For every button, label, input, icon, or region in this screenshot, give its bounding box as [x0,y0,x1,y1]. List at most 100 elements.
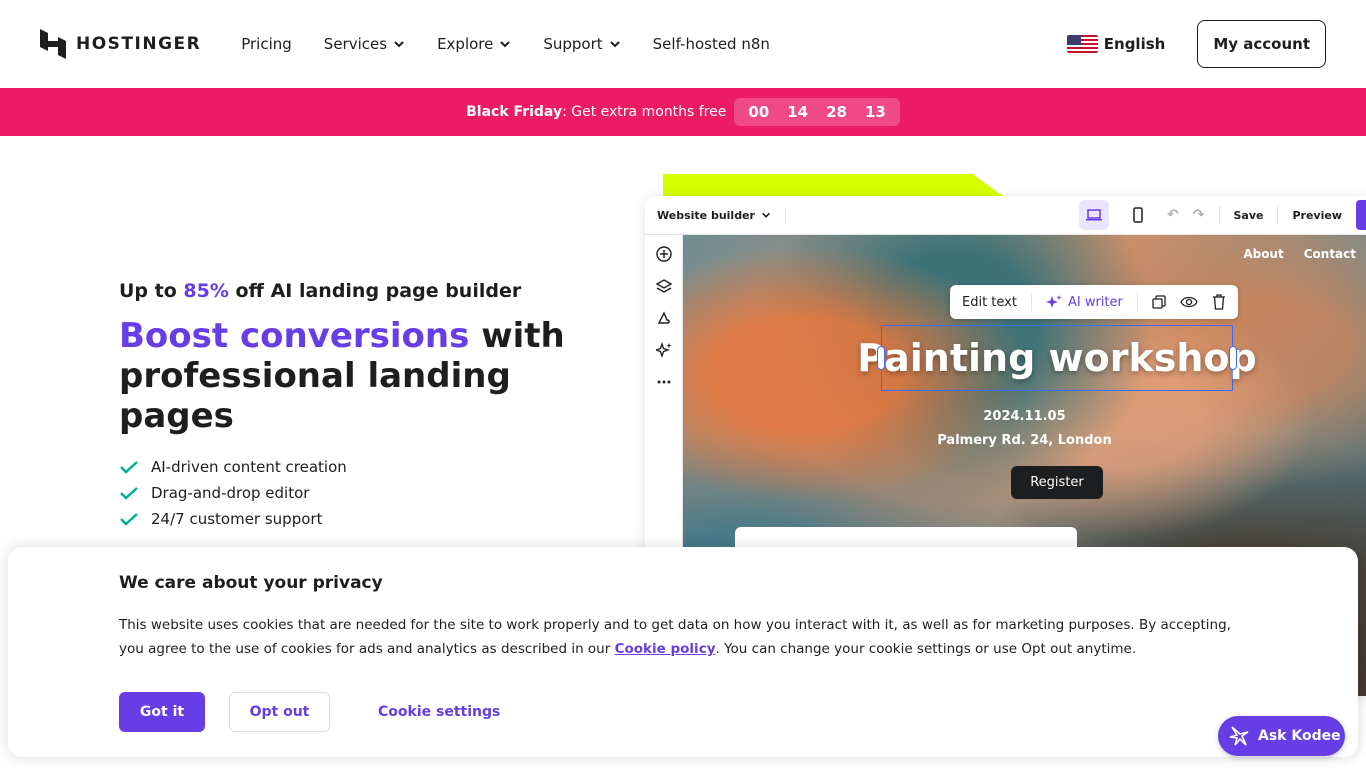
check-icon [120,513,138,526]
kicker-prefix: Up to [119,280,184,302]
toolbar-divider [1136,293,1138,311]
publish-button-stub [1356,200,1366,230]
opt-out-button[interactable]: Opt out [229,692,330,732]
cookie-banner: We care about your privacy This website … [8,547,1358,757]
ai-tools-icon [655,341,673,359]
undo-icon: ↶ [1167,207,1179,223]
hostinger-logo-icon [40,29,66,59]
logo[interactable]: HOSTINGER [40,29,201,59]
toolbar-divider [1218,206,1220,224]
site-header: HOSTINGER Pricing Services Explore Suppo… [0,0,1366,88]
styles-icon [655,309,673,327]
promo-banner[interactable]: Black Friday: Get extra months free 00 1… [0,88,1366,136]
canvas-nav-about: About [1243,247,1284,261]
sparkle-icon [1045,295,1062,308]
kicker-accent: 85% [183,280,229,302]
canvas-nav: About Contact [1243,247,1366,261]
chevron-down-icon [500,41,511,48]
register-button: Register [1011,466,1103,499]
feature-list: AI-driven content creation Drag-and-drop… [119,454,589,532]
nav-services-label: Services [323,35,388,53]
preview-label: Preview [1292,208,1342,222]
language-label: English [1103,35,1166,53]
cookie-text-after: . You can change your cookie settings or… [715,641,1137,657]
add-element-icon [655,245,673,263]
headline-accent: Boost conversions [119,316,470,356]
save-label: Save [1233,208,1264,222]
hero-headline: Boost conversions with professional land… [119,316,589,436]
hero-kicker: Up to 85% off AI landing page builder [119,280,589,302]
redo-icon: ↷ [1192,207,1205,223]
nav-support[interactable]: Support [543,35,620,53]
cookie-policy-link[interactable]: Cookie policy [615,641,716,657]
countdown-minutes: 28 [826,103,847,121]
cookie-settings-button[interactable]: Cookie settings [378,692,500,732]
countdown-seconds: 13 [864,103,886,121]
promo-bold: Black Friday [466,104,563,120]
edit-text-label: Edit text [962,294,1017,310]
kicker-suffix: off AI landing page builder [228,280,522,302]
cookie-text: This website uses cookies that are neede… [119,613,1259,661]
feature-item: Drag-and-drop editor [119,480,589,506]
decorative-lime-shape [663,174,1003,196]
nav-n8n-label: Self-hosted n8n [652,35,770,53]
us-flag-icon [1066,35,1098,53]
canvas-nav-contact: Contact [1303,247,1356,261]
chevron-down-icon [609,41,620,48]
builder-title-dropdown: Website builder [657,208,786,222]
nav-explore[interactable]: Explore [437,35,511,53]
ask-kodee-label: Ask Kodee [1258,728,1341,744]
feature-label: 24/7 customer support [151,510,323,528]
copy-icon [1152,295,1166,309]
text-edit-toolbar: Edit text AI writer [950,285,1238,319]
got-it-button[interactable]: Got it [119,692,205,732]
countdown-timer: 00 14 28 13 [734,98,900,126]
feature-label: Drag-and-drop editor [151,484,310,502]
toolbar-divider [1030,293,1032,311]
chevron-down-icon [394,41,404,48]
nav-pricing-label: Pricing [241,35,292,53]
ai-writer: AI writer [1045,294,1123,310]
main-nav: Pricing Services Explore Support Self-ho… [241,35,770,53]
promo-text: Black Friday: Get extra months free [466,104,726,120]
kodee-icon [1229,726,1249,746]
feature-item: 24/7 customer support [119,506,589,532]
visibility-icon [1180,296,1198,308]
cookie-title: We care about your privacy [119,573,383,593]
toolbar-divider [1277,206,1279,224]
desktop-view-icon [1079,200,1110,230]
nav-explore-label: Explore [437,35,494,53]
mobile-view-icon [1123,200,1153,230]
feature-label: AI-driven content creation [151,458,347,476]
chevron-down-icon [762,212,770,218]
ask-kodee-button[interactable]: Ask Kodee [1218,716,1345,756]
countdown-days: 00 [748,103,770,121]
event-title: Painting workshop [857,336,1257,380]
builder-title: Website builder [657,208,755,222]
check-icon [120,487,138,500]
selected-text-box: Painting workshop [857,325,1257,391]
my-account-button[interactable]: My account [1197,20,1326,68]
more-icon [655,373,673,391]
header-right: English My account [1066,20,1326,68]
resize-handle-right [1229,346,1237,370]
builder-actions: ↶ ↷ Save Preview [1079,200,1366,230]
resize-handle-left [877,346,885,370]
feature-item: AI-driven content creation [119,454,589,480]
nav-pricing[interactable]: Pricing [241,35,292,53]
layers-icon [655,277,673,295]
delete-icon [1212,294,1225,310]
hero-content: Up to 85% off AI landing page builder Bo… [119,280,589,532]
promo-message: : Get extra months free [562,104,727,120]
countdown-hours: 14 [787,103,809,121]
nav-services[interactable]: Services [324,35,405,53]
logo-text: HOSTINGER [76,34,202,54]
nav-n8n[interactable]: Self-hosted n8n [653,35,770,53]
nav-support-label: Support [543,35,603,53]
event-location: Palmery Rd. 24, London [937,433,1112,448]
event-date: 2024.11.05 [983,409,1066,424]
builder-topbar: Website builder ↶ ↷ Save Preview [645,196,1366,235]
ai-writer-label: AI writer [1067,294,1123,310]
language-selector[interactable]: English [1066,35,1166,53]
check-icon [120,461,138,474]
